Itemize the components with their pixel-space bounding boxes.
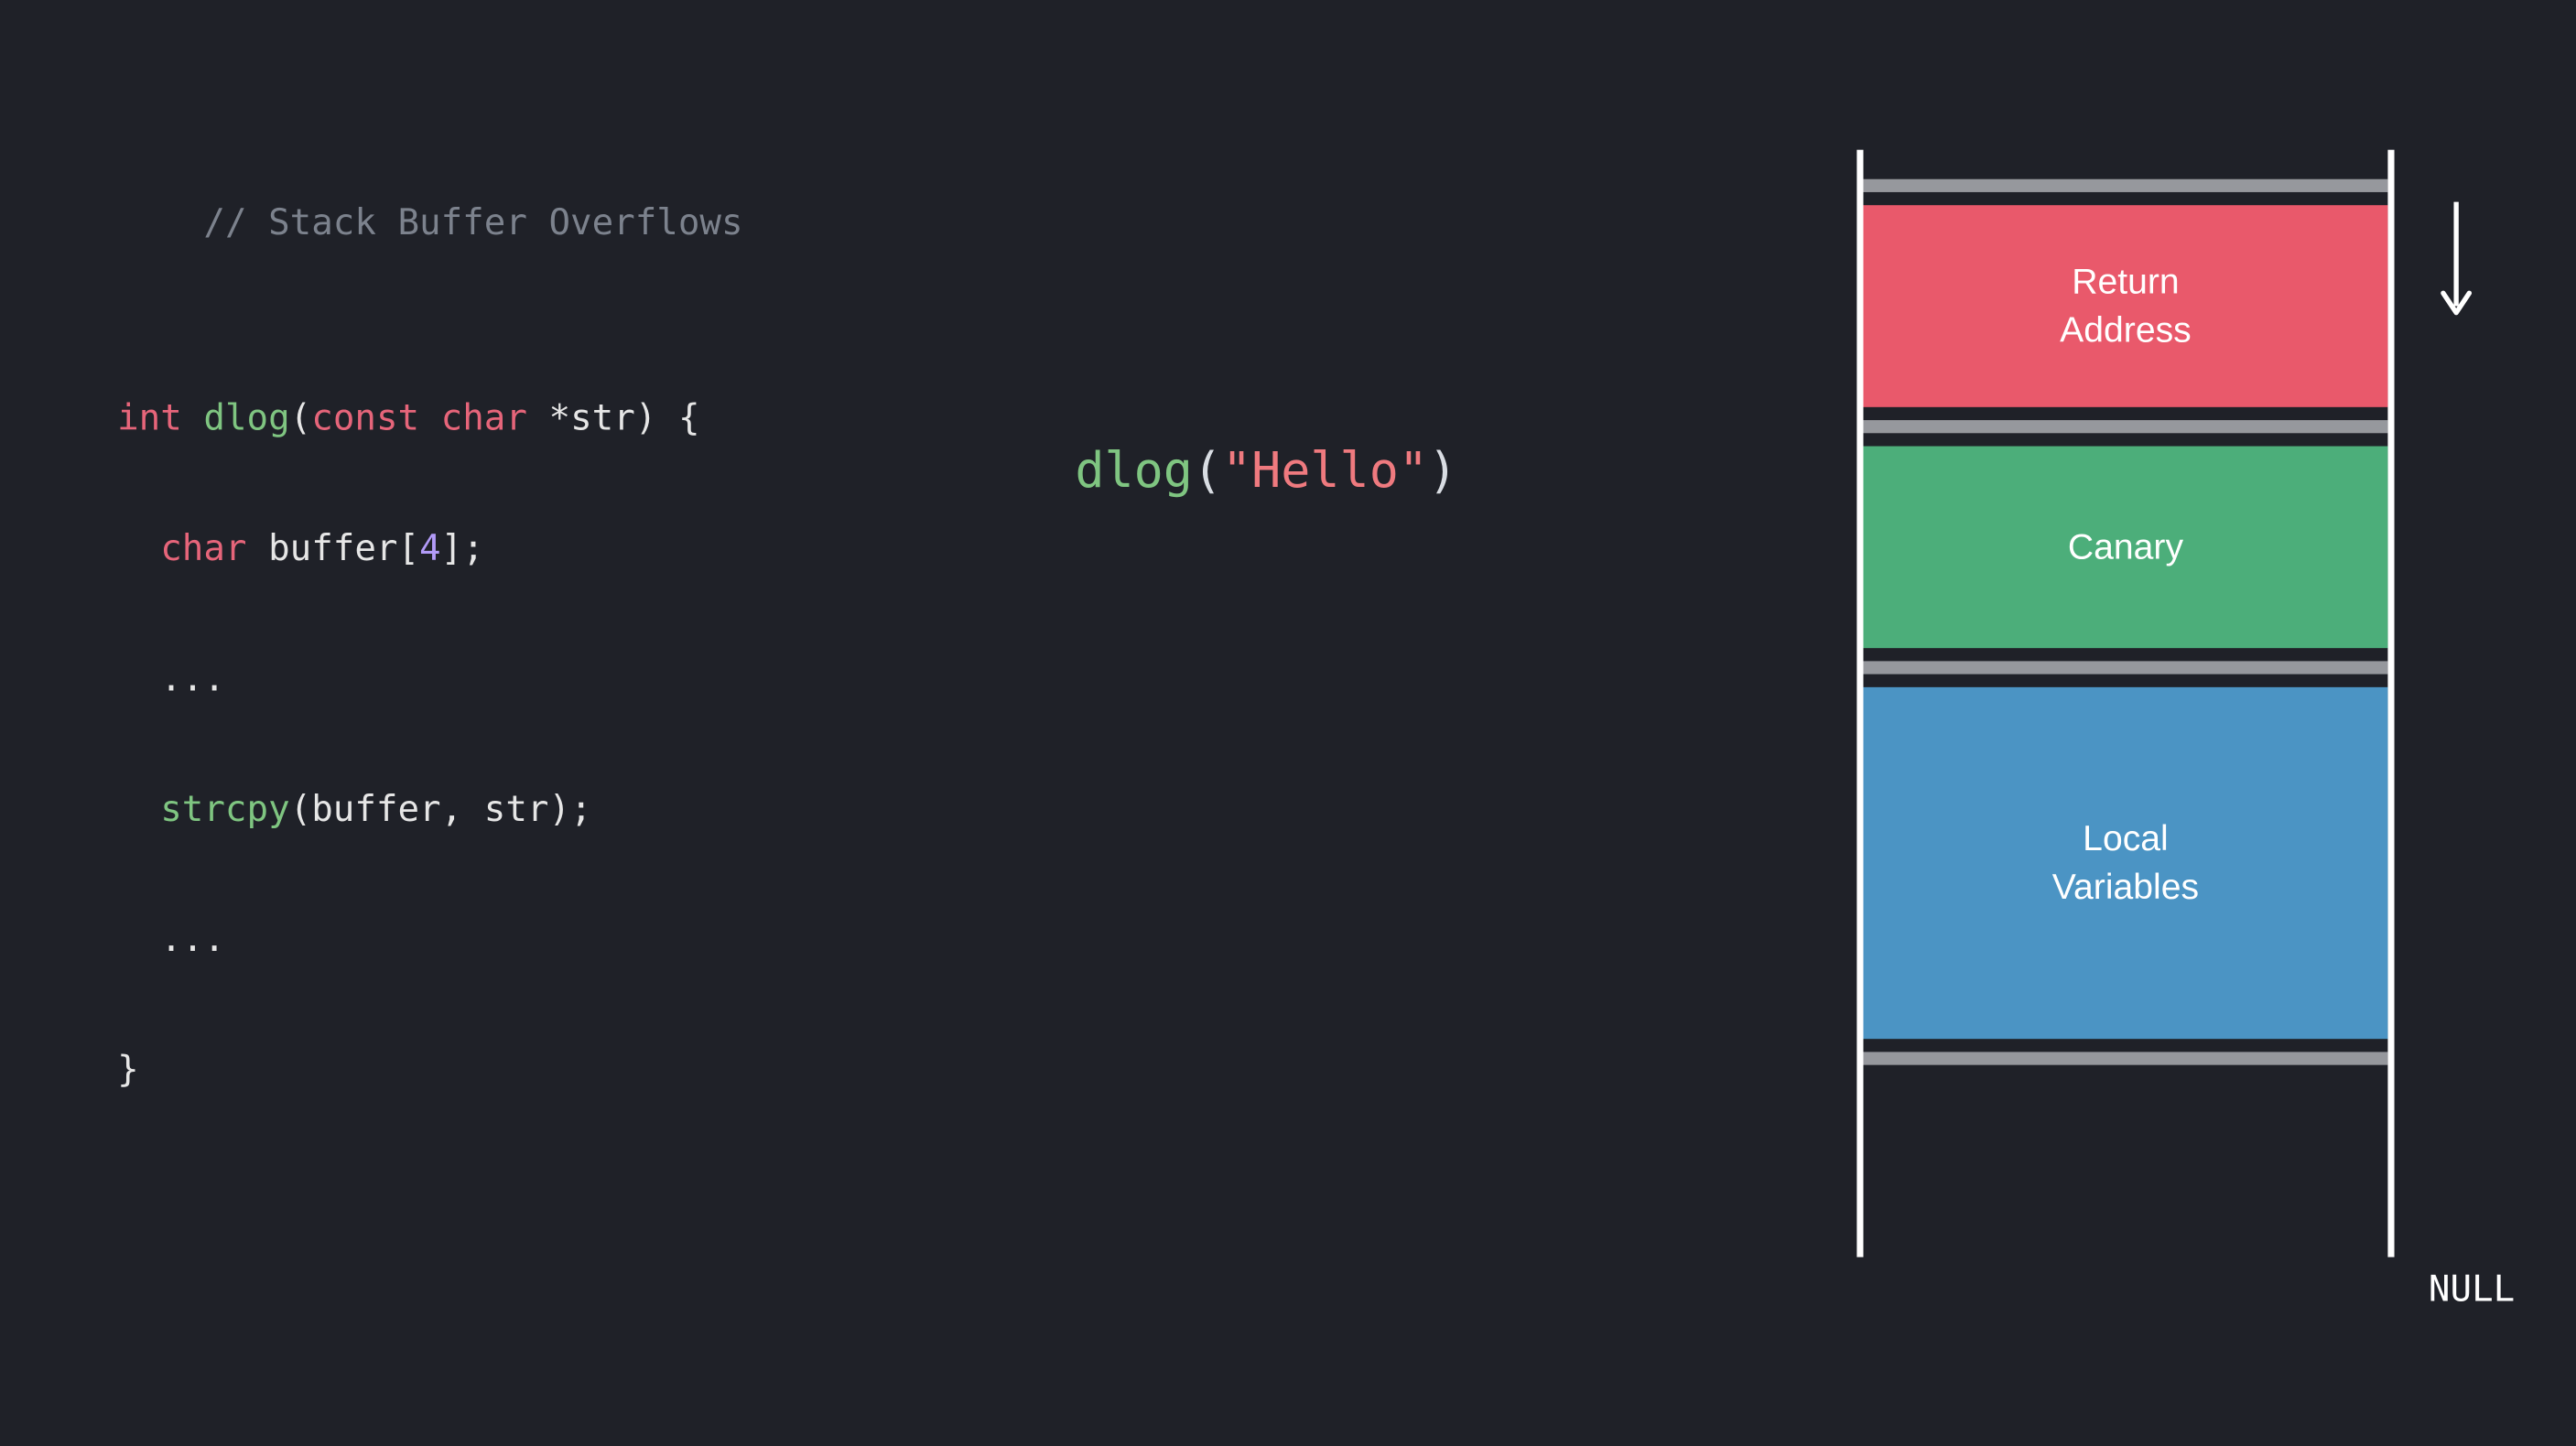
stack-separator bbox=[1863, 420, 2387, 433]
fn-strcpy: strcpy bbox=[160, 790, 289, 830]
stack-separator bbox=[1863, 1052, 2387, 1064]
code-block: // Stack Buffer Overflows int dlog(const… bbox=[117, 127, 742, 1170]
call-expression: dlog("Hello") bbox=[1075, 443, 1457, 500]
ellipsis-2: ... bbox=[160, 920, 225, 960]
call-open: ( bbox=[1193, 443, 1222, 500]
call-string: "Hello" bbox=[1222, 443, 1428, 500]
fn-dlog-decl: dlog bbox=[203, 399, 289, 439]
frame-label: Local bbox=[2083, 815, 2169, 863]
kw-const-char: const char bbox=[311, 399, 527, 439]
call-close: ) bbox=[1428, 443, 1457, 500]
frame-return-address: Return Address bbox=[1863, 205, 2387, 407]
frame-label: Address bbox=[2060, 307, 2192, 355]
kw-int: int bbox=[117, 399, 182, 439]
bracket-close: ]; bbox=[441, 529, 484, 569]
kw-char: char bbox=[160, 529, 246, 569]
frame-local-variables: Local Variables bbox=[1863, 687, 2387, 1039]
strcpy-args: (buffer, str); bbox=[290, 790, 592, 830]
paren-open: ( bbox=[290, 399, 312, 439]
stack-frames: Return Address Canary Local Variables bbox=[1863, 179, 2387, 1065]
ellipsis-1: ... bbox=[160, 660, 225, 700]
frame-label: Variables bbox=[2052, 863, 2199, 912]
star-sp: * bbox=[527, 399, 570, 439]
call-fn: dlog bbox=[1075, 443, 1193, 500]
frame-label: Canary bbox=[2068, 523, 2183, 571]
id-buffer: buffer bbox=[247, 529, 398, 569]
brace-close: } bbox=[117, 1051, 139, 1091]
code-comment: // Stack Buffer Overflows bbox=[203, 203, 742, 243]
frame-label: Return bbox=[2072, 257, 2180, 306]
frame-canary: Canary bbox=[1863, 447, 2387, 649]
stack-separator bbox=[1863, 661, 2387, 674]
arrow-down-icon bbox=[2437, 199, 2476, 322]
bracket-open: [ bbox=[397, 529, 419, 569]
num-4: 4 bbox=[419, 529, 441, 569]
decl-close: ) { bbox=[635, 399, 700, 439]
null-label: NULL bbox=[2429, 1270, 2515, 1311]
stack-rail-right bbox=[2387, 150, 2394, 1257]
param-str: str bbox=[570, 399, 635, 439]
stack-rail-left bbox=[1856, 150, 1863, 1257]
stack-separator bbox=[1863, 179, 2387, 192]
